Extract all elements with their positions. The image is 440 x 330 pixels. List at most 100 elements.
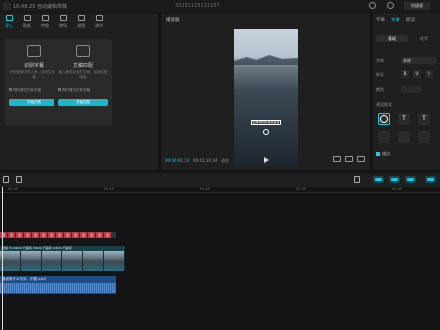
style-subtabs: 基础 花字 xyxy=(376,35,440,42)
subtitle-overlay[interactable]: 选择你的好物请留言 xyxy=(251,120,281,125)
text-clip[interactable]: 选 xyxy=(16,232,23,238)
audio-waveform xyxy=(0,283,116,293)
preset-style-3[interactable] xyxy=(378,131,390,143)
preset-none[interactable] xyxy=(378,113,390,125)
timeline-ruler[interactable]: 00:00 00:10 00:20 00:30 00:40 xyxy=(0,187,440,193)
tab-adjust[interactable]: 调节 xyxy=(90,13,108,33)
shortcut-button[interactable]: 快捷键 xyxy=(404,2,430,10)
subtitle-recognize-icon xyxy=(27,45,41,57)
color-picker[interactable] xyxy=(401,86,421,93)
player-title: 播放器 xyxy=(166,18,180,23)
ruler-tick: 00:00 xyxy=(8,187,19,191)
text-clip[interactable]: 选 xyxy=(24,232,31,238)
timeline-toolbar xyxy=(0,173,440,187)
project-name: 20231103111107 xyxy=(175,3,220,9)
media-panel: 导入 贴纸 特效 转场 滤镜 调节 识别字幕 识别音频中的人声，自动生成字幕 同… xyxy=(0,13,158,170)
title-bar: 10:48:25 自动编辑草稿 20231103111107 快捷键 xyxy=(0,0,440,12)
text-clip[interactable]: 选 xyxy=(88,232,95,238)
help-icon[interactable] xyxy=(369,2,376,9)
text-clip[interactable]: 选 xyxy=(96,232,103,238)
tab-import[interactable]: 导入 xyxy=(0,13,18,33)
filter-icon xyxy=(77,15,85,21)
color-label: 颜色 xyxy=(376,87,384,92)
video-thumbnail xyxy=(0,251,21,271)
ratio-select[interactable]: 适应 xyxy=(221,158,229,164)
text-clip[interactable]: 选 xyxy=(64,232,71,238)
start-recognize-button[interactable]: 开始识别 xyxy=(9,99,59,106)
video-thumbnails xyxy=(0,251,125,271)
current-time: 00:00:01:13 xyxy=(165,158,190,163)
snapshot-icon[interactable] xyxy=(333,156,341,162)
preset-style-1[interactable]: T xyxy=(398,113,410,125)
player-panel: 播放器 选择你的好物请留言 00:00:01:13 00:01:10:24 适应 xyxy=(161,13,370,170)
preset-style-2[interactable]: T xyxy=(418,113,430,125)
checkbox-icon xyxy=(58,88,61,91)
text-track[interactable]: 选选选选选选选选选选选选选选 xyxy=(0,232,116,238)
text-clip[interactable]: 选 xyxy=(8,232,15,238)
import-icon xyxy=(5,15,13,21)
text-clip[interactable]: 选 xyxy=(40,232,47,238)
delete-icon[interactable] xyxy=(16,176,22,183)
text-clip[interactable]: 选 xyxy=(48,232,55,238)
clear-subtitles-checkbox[interactable]: 同时清空已有字幕 xyxy=(9,88,41,93)
checkbox-icon xyxy=(9,88,12,91)
match-script-card: 文稿匹配 输入音频对应的文稿，自动匹配画面 同时清空已有字幕 开始匹配 xyxy=(54,39,112,126)
window-title: 10:48:25 自动编辑草稿 xyxy=(13,4,68,10)
microphone-icon[interactable] xyxy=(354,176,360,183)
zoom-toggle[interactable] xyxy=(425,176,436,183)
tab-filter[interactable]: 滤镜 xyxy=(72,13,90,33)
snap-toggle[interactable] xyxy=(389,176,400,183)
audio-track-label: 我说有什么不对 - 不要.mp3 xyxy=(2,277,46,281)
select-tool-icon[interactable] xyxy=(3,176,9,183)
total-time: 00:01:10:24 xyxy=(193,158,218,163)
playhead[interactable] xyxy=(2,187,3,330)
app-logo xyxy=(3,2,11,10)
audio-track[interactable]: 我说有什么不对 - 不要.mp3 xyxy=(0,276,116,294)
fullscreen-icon[interactable] xyxy=(357,156,365,162)
tab-subtitle[interactable]: 字幕 xyxy=(373,16,388,26)
preset-style-5[interactable] xyxy=(418,131,430,143)
effects-icon xyxy=(41,15,49,21)
subtab-fancy[interactable]: 花字 xyxy=(408,35,440,42)
tab-text[interactable]: 文本 xyxy=(388,16,403,26)
preset-label: 预设样式 xyxy=(376,102,392,107)
tab-sticker[interactable]: 贴纸 xyxy=(18,13,36,33)
ruler-tick: 00:40 xyxy=(392,187,403,191)
ruler-tick: 00:30 xyxy=(296,187,307,191)
video-preview[interactable]: 选择你的好物请留言 xyxy=(234,29,298,166)
video-thumbnail xyxy=(104,251,125,271)
preset-style-4[interactable] xyxy=(398,131,410,143)
subtab-basic[interactable]: 基础 xyxy=(376,35,408,42)
main-track-toggle[interactable] xyxy=(373,176,384,183)
text-clip[interactable]: 选 xyxy=(80,232,87,238)
text-clip[interactable]: 选 xyxy=(32,232,39,238)
adjust-icon xyxy=(95,15,103,21)
linkage-toggle[interactable] xyxy=(405,176,416,183)
play-icon[interactable] xyxy=(264,157,269,163)
style-label: 样式 xyxy=(376,72,384,77)
underline-button[interactable]: U xyxy=(413,70,421,78)
tab-effects[interactable]: 特效 xyxy=(36,13,54,33)
text-clip[interactable]: 选 xyxy=(104,232,111,238)
italic-button[interactable]: I xyxy=(425,70,433,78)
start-match-button[interactable]: 开始匹配 xyxy=(58,99,108,106)
video-thumbnail xyxy=(20,251,42,271)
clear-subtitles-checkbox[interactable]: 同时清空已有字幕 xyxy=(58,88,90,93)
inspector-panel: 字幕 文本 朗读 基础 花字 字体 系统 样式 B U I 颜色 预设样式 T … xyxy=(373,13,440,170)
text-clip[interactable]: 选 xyxy=(56,232,63,238)
video-thumbnail xyxy=(83,251,105,271)
inspector-tabs: 字幕 文本 朗读 xyxy=(373,16,440,26)
font-label: 字体 xyxy=(376,58,384,63)
text-clip[interactable]: 选 xyxy=(72,232,79,238)
ruler-tick: 00:10 xyxy=(104,187,115,191)
settings-icon[interactable] xyxy=(387,2,394,9)
tab-transition[interactable]: 转场 xyxy=(54,13,72,33)
bold-button[interactable]: B xyxy=(401,70,409,78)
video-track[interactable]: 视频 VI VID20 已静音 VID20 已静音 VID20 已静音 xyxy=(0,246,125,271)
ratio-icon[interactable] xyxy=(345,156,353,162)
card-description: 输入音频对应的文稿，自动匹配画面 xyxy=(58,70,108,79)
tab-read-aloud[interactable]: 朗读 xyxy=(403,16,418,26)
stroke-checkbox[interactable]: 描边 xyxy=(376,151,390,157)
font-select[interactable]: 系统 xyxy=(401,57,437,64)
rotate-icon[interactable] xyxy=(263,129,269,135)
